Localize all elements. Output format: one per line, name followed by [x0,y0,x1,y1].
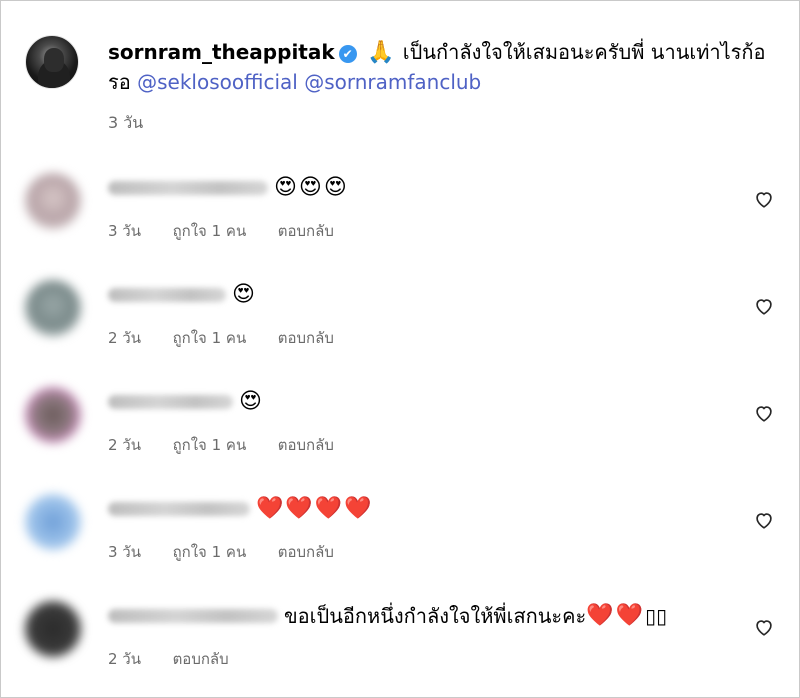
like-comment-button[interactable] [753,509,777,533]
comment-line: ❤️❤️❤️❤️ [108,494,374,524]
comment-meta: 2 วัน ถูกใจ 1 คน ตอบกลับ [108,326,334,350]
comment-line: ขอเป็นอีกหนึ่งกำลังใจให้พี่เสกนะคะ ❤️❤️ … [108,601,667,631]
comment-item: ❤️❤️❤️❤️ 3 วัน ถูกใจ 1 คน ตอบกลับ [25,494,785,574]
mention-sornramfanclub[interactable]: @sornramfanclub [304,70,481,94]
comment-trailing-glyphs: ▯▯ [645,604,668,628]
heart-outline-icon [756,299,772,315]
verified-badge-icon: ✔ [338,45,357,63]
commenter-avatar[interactable] [25,387,81,443]
commenter-username-blurred[interactable] [108,609,278,623]
pray-emoji: 🙏 [367,40,397,65]
comment-item: 😍 2 วัน ถูกใจ 1 คน ตอบกลับ [25,387,785,467]
comment-likes[interactable]: ถูกใจ 1 คน [173,433,247,457]
like-comment-button[interactable] [753,295,777,319]
mention-seklosoofficial[interactable]: @seklosoofficial [137,70,298,94]
comment-emoji: ❤️❤️ [586,603,646,628]
comment-emoji: 😍 [239,389,264,414]
comment-time: 2 วัน [108,436,141,454]
comment-emoji: ❤️❤️❤️❤️ [256,496,374,521]
comment-line: 😍 [108,387,264,417]
post-timestamp: 3 วัน [108,113,144,132]
comment-likes[interactable]: ถูกใจ 1 คน [173,326,247,350]
reply-button[interactable]: ตอบกลับ [278,540,334,564]
commenter-username-blurred[interactable] [108,288,226,302]
comment-text: ขอเป็นอีกหนึ่งกำลังใจให้พี่เสกนะคะ [284,604,587,628]
comment-time: 3 วัน [108,222,141,240]
commenter-avatar[interactable] [25,494,81,550]
like-comment-button[interactable] [753,402,777,426]
comment-time: 2 วัน [108,329,141,347]
commenter-avatar[interactable] [25,173,81,229]
reply-button[interactable]: ตอบกลับ [173,647,229,671]
commenter-avatar[interactable] [25,280,81,336]
heart-outline-icon [756,406,772,422]
comment-emoji: 😍 [232,282,257,307]
like-comment-button[interactable] [753,616,777,640]
comment-item: 😍😍😍 3 วัน ถูกใจ 1 คน ตอบกลับ [25,173,785,253]
comment-meta: 2 วัน ถูกใจ 1 คน ตอบกลับ [108,433,334,457]
heart-outline-icon [756,192,772,208]
comment-item: ขอเป็นอีกหนึ่งกำลังใจให้พี่เสกนะคะ ❤️❤️ … [25,601,785,681]
comment-likes[interactable]: ถูกใจ 1 คน [173,219,247,243]
comment-meta: 3 วัน ถูกใจ 1 คน ตอบกลับ [108,540,334,564]
author-avatar[interactable] [25,35,79,89]
comments-panel: sornram_theappitak ✔ 🙏 เป็นกำลังใจให้เสมอ… [0,0,800,698]
commenter-username-blurred[interactable] [108,502,250,516]
commenter-username-blurred[interactable] [108,181,268,195]
reply-button[interactable]: ตอบกลับ [278,433,334,457]
heart-outline-icon [756,513,772,529]
reply-button[interactable]: ตอบกลับ [278,326,334,350]
reply-button[interactable]: ตอบกลับ [278,219,334,243]
comment-time: 2 วัน [108,650,141,668]
comment-time: 3 วัน [108,543,141,561]
comment-meta: 2 วัน ตอบกลับ [108,647,229,671]
comment-emoji: 😍😍😍 [274,175,349,200]
comment-line: 😍😍😍 [108,173,349,203]
comment-item: 😍 2 วัน ถูกใจ 1 คน ตอบกลับ [25,280,785,360]
author-username[interactable]: sornram_theappitak [108,40,335,64]
commenter-avatar[interactable] [25,601,81,657]
caption-text: sornram_theappitak ✔ 🙏 เป็นกำลังใจให้เสมอ… [108,37,780,97]
comment-meta: 3 วัน ถูกใจ 1 คน ตอบกลับ [108,219,334,243]
commenter-username-blurred[interactable] [108,395,233,409]
comment-likes[interactable]: ถูกใจ 1 คน [173,540,247,564]
comment-line: 😍 [108,280,257,310]
like-comment-button[interactable] [753,188,777,212]
heart-outline-icon [756,620,772,636]
